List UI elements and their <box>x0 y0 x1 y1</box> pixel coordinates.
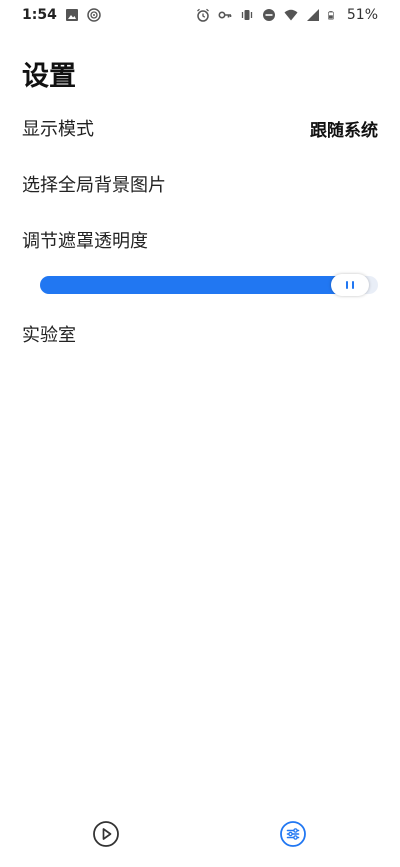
slider-thumb[interactable] <box>331 274 369 296</box>
status-left: 1:54 <box>22 7 101 23</box>
mask-opacity-label: 调节遮罩透明度 <box>22 231 148 252</box>
thumb-grip-icon <box>346 281 348 289</box>
cast-icon <box>87 8 101 22</box>
nav-settings-button[interactable] <box>278 819 308 849</box>
status-time: 1:54 <box>22 7 57 23</box>
status-right: 51% <box>196 7 378 23</box>
display-mode-label: 显示模式 <box>22 119 94 140</box>
battery-icon <box>327 11 334 20</box>
vibrate-icon <box>241 10 253 20</box>
lab-label: 实验室 <box>22 325 76 346</box>
play-circle-icon <box>93 821 119 847</box>
key-icon <box>218 11 232 19</box>
display-mode-row[interactable]: 显示模式 跟随系统 <box>22 115 378 141</box>
image-icon <box>65 9 78 21</box>
slider-fill <box>40 276 350 294</box>
settings-sliders-icon <box>280 821 306 847</box>
display-mode-value[interactable]: 跟随系统 <box>310 116 378 141</box>
status-bar: 1:54 51% <box>0 0 400 30</box>
nav-play-button[interactable] <box>91 819 121 849</box>
bottom-nav <box>0 807 400 867</box>
background-image-label: 选择全局背景图片 <box>22 175 166 196</box>
background-image-row[interactable]: 选择全局背景图片 <box>22 171 378 197</box>
alarm-icon <box>196 8 209 22</box>
page-title: 设置 <box>22 61 76 92</box>
mask-opacity-row: 调节遮罩透明度 <box>22 227 378 253</box>
battery-percent: 51% <box>346 7 378 23</box>
signal-icon <box>306 9 319 21</box>
thumb-grip-icon <box>352 281 354 289</box>
do-not-disturb-icon <box>262 9 275 21</box>
mask-opacity-slider[interactable] <box>40 274 378 296</box>
lab-row[interactable]: 实验室 <box>22 321 378 347</box>
wifi-icon <box>284 9 298 21</box>
